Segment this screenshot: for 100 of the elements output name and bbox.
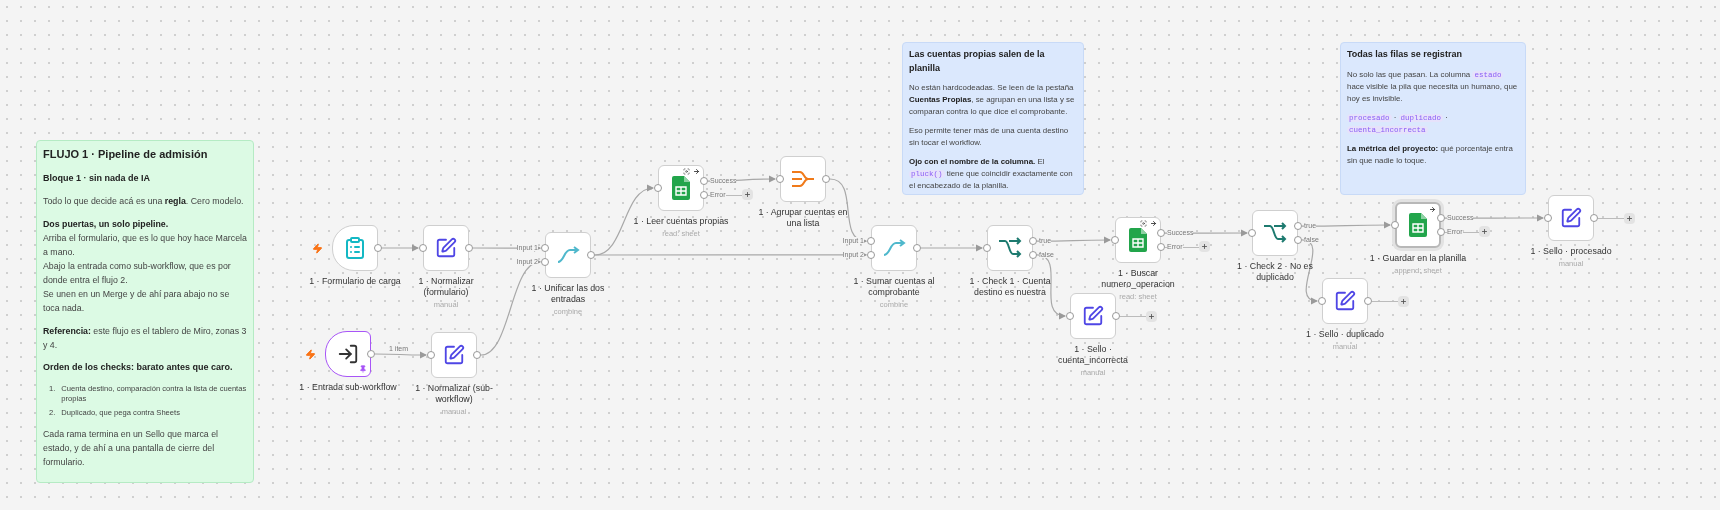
workflow-node[interactable] [1070, 293, 1116, 339]
output-port[interactable] [822, 175, 830, 183]
workflow-node[interactable] [871, 225, 917, 271]
note-text: Dos puertas, un solo pipeline. [43, 218, 170, 231]
trigger-icon [312, 243, 323, 254]
split-icon [1262, 222, 1288, 244]
plus-icon [1148, 312, 1155, 320]
connection-line [920, 244, 984, 252]
add-node-button[interactable] [742, 189, 753, 201]
add-node-button[interactable] [1146, 310, 1157, 322]
focus-icon[interactable] [1140, 220, 1147, 227]
plus-icon [1481, 228, 1488, 236]
add-node-button[interactable] [1624, 212, 1635, 224]
output-port[interactable] [913, 244, 921, 252]
input-port[interactable] [427, 351, 435, 359]
plus-icon [1626, 214, 1633, 222]
split-icon [997, 237, 1023, 259]
output-port[interactable] [367, 350, 375, 358]
spreadsheet-icon [1129, 228, 1147, 252]
sticky-note[interactable] [1340, 42, 1526, 195]
workflow-node[interactable] [325, 331, 371, 377]
edit-icon [435, 237, 457, 259]
note-text: Arriba el formulario, que es lo que hoy hace Marcela a mano. [43, 232, 247, 259]
note-text: Se unen en un Merge y de ahí para abajo no se toca nada. [43, 288, 231, 315]
input-port[interactable] [1248, 229, 1256, 237]
focus-icon[interactable] [683, 168, 690, 175]
input-port[interactable] [776, 175, 784, 183]
arrow-right-icon[interactable] [1429, 206, 1436, 213]
workflow-node[interactable] [431, 332, 477, 378]
note-text: Cada rama termina en un Sello que marca el estado, y de ahí a una pantalla de cierre del formulario. [43, 427, 220, 469]
input-port[interactable] [983, 244, 991, 252]
output-port[interactable] [1112, 312, 1120, 320]
note-text: Referencia: este flujo es el tablero de Miro, zonas 3 y 4. [43, 325, 247, 352]
output-port[interactable] [465, 244, 473, 252]
workflow-node[interactable] [780, 156, 826, 202]
node-label: 1 · Entrada sub-workflow [299, 382, 397, 393]
note-title: Las cuentas propias salen de la planilla [909, 48, 1046, 75]
workflow-node[interactable] [658, 165, 704, 211]
merge-icon [556, 246, 580, 264]
input-port[interactable] [1318, 297, 1326, 305]
merge-icon [882, 239, 906, 257]
input-port[interactable] [419, 244, 427, 252]
node-label: 1 · Buscar numero_operacion [1100, 268, 1176, 290]
edit-icon [1334, 290, 1356, 312]
workflow-node[interactable] [1395, 202, 1441, 248]
spreadsheet-icon [1409, 213, 1427, 237]
node-label: 1 · Sello · duplicado [1306, 329, 1384, 340]
connection-line [374, 351, 428, 359]
output-port[interactable] [587, 251, 595, 259]
note-text: Todo lo que decide acá es una regla. Cero modelo. [43, 195, 245, 208]
connection-line [381, 244, 420, 252]
workflow-node[interactable] [987, 225, 1033, 271]
output-port[interactable] [1590, 214, 1598, 222]
edit-icon [1082, 305, 1104, 327]
plus-icon [1201, 243, 1208, 251]
node-label: 1 · Leer cuentas propias [633, 216, 729, 227]
node-label: 1 · Sello · cuenta_incorrecta [1057, 344, 1129, 366]
aggregate-icon [790, 169, 816, 189]
node-label: 1 · Check 2 · No es duplicado [1236, 261, 1314, 283]
node-label: 1 · Sello · procesado [1530, 246, 1612, 257]
output-port[interactable] [374, 244, 382, 252]
workflow-node[interactable] [1322, 278, 1368, 324]
input-port[interactable] [1066, 312, 1074, 320]
add-node-button[interactable] [1398, 295, 1409, 307]
note-heading: Orden de los checks: barato antes que caro. [43, 361, 234, 374]
note-title: FLUJO 1 · Pipeline de admisión [43, 147, 209, 162]
enter-icon [337, 343, 359, 365]
arrow-right-icon[interactable] [693, 168, 700, 175]
node-label: 1 · Check 1 · Cuenta destino es nuestra [968, 276, 1052, 298]
arrow-right-icon[interactable] [1150, 220, 1157, 227]
sticky-note[interactable] [36, 140, 254, 483]
add-node-button[interactable] [1479, 226, 1490, 238]
clipboard-icon [343, 236, 367, 260]
trigger-icon [305, 349, 316, 360]
input-port[interactable] [1391, 221, 1399, 229]
workflow-node[interactable] [332, 225, 378, 271]
node-label: 1 · Unificar las dos entradas [530, 283, 606, 305]
pin-icon [359, 365, 367, 373]
node-label: 1 · Agrupar cuentas en una lista [757, 207, 849, 229]
output-port[interactable] [473, 351, 481, 359]
add-node-button[interactable] [1199, 241, 1210, 253]
spreadsheet-icon [672, 176, 690, 200]
plus-icon [1400, 297, 1407, 305]
node-label: 1 · Guardar en la planilla [1369, 253, 1467, 264]
output-port[interactable] [1364, 297, 1372, 305]
note-title: Todas las filas se registran [1347, 48, 1463, 61]
note-text: Abajo la entrada como sub-workflow, que es por donde entra el flujo 2. [43, 260, 232, 287]
input-port[interactable] [654, 184, 662, 192]
plus-icon [744, 191, 751, 199]
sticky-note[interactable] [902, 42, 1084, 195]
input-port[interactable] [1111, 236, 1119, 244]
workflow-node[interactable] [423, 225, 469, 271]
workflow-node[interactable] [1252, 210, 1298, 256]
node-label: 1 · Normalizar (sub-workflow) [414, 383, 494, 405]
edit-icon [1560, 207, 1582, 229]
input-port[interactable] [1544, 214, 1552, 222]
workflow-node[interactable] [1548, 195, 1594, 241]
workflow-node[interactable] [1115, 217, 1161, 263]
note-heading: Bloque 1 · sin nada de IA [43, 171, 151, 185]
workflow-node[interactable] [545, 232, 591, 278]
